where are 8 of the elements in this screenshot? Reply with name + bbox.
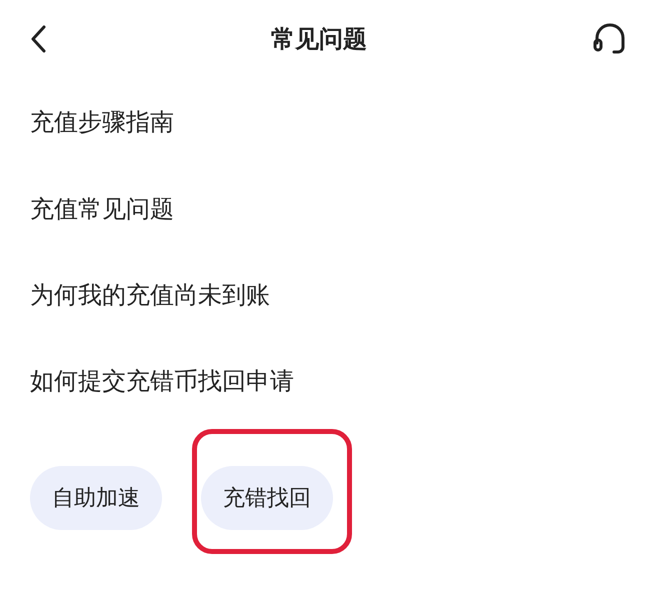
action-button[interactable]: 自助加速 <box>30 466 162 530</box>
faq-item[interactable]: 充值常见问题 <box>0 166 650 252</box>
faq-item[interactable]: 充值步骤指南 <box>0 78 650 166</box>
faq-item[interactable]: 为何我的充值尚未到账 <box>0 252 650 338</box>
action-button[interactable]: 充错找回 <box>201 466 333 530</box>
faq-item[interactable]: 如何提交充错币找回申请 <box>0 338 650 424</box>
back-icon[interactable] <box>30 25 46 53</box>
page-title: 常见问题 <box>271 24 367 55</box>
